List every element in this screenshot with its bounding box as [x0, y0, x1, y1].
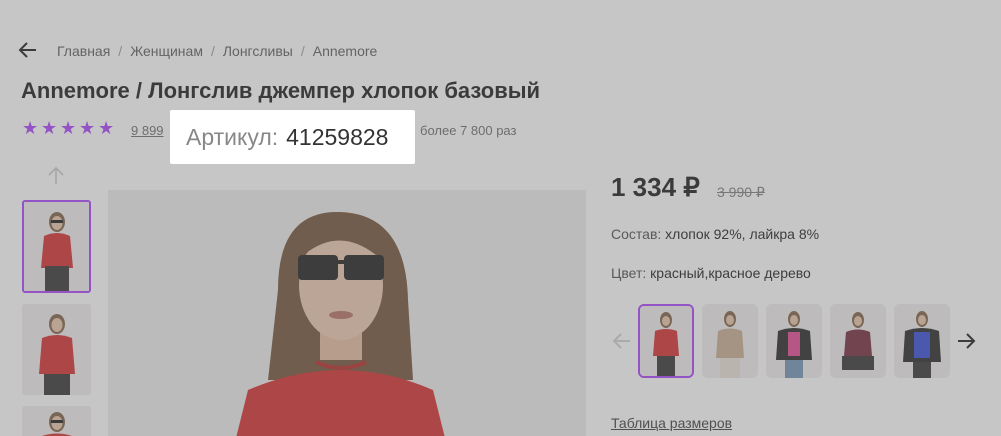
star-icon: ★: [60, 118, 77, 138]
model-photo: [894, 304, 950, 378]
composition-label: Состав:: [611, 226, 662, 242]
article-number: 41259828: [286, 123, 389, 150]
star-icon: ★: [98, 118, 115, 138]
star-icon: ★: [22, 118, 39, 138]
breadcrumb-longsleeves[interactable]: Лонгсливы: [223, 43, 293, 59]
model-photo: [766, 304, 822, 378]
color-variant-beige[interactable]: [702, 304, 758, 378]
size-table-link[interactable]: Таблица размеров: [611, 415, 732, 431]
model-photo: [22, 304, 91, 395]
model-photo: [830, 304, 886, 378]
model-photo: [640, 306, 692, 376]
breadcrumb-separator: /: [210, 43, 215, 59]
rating-stars: ★ ★ ★ ★ ★: [22, 118, 115, 138]
color-variant-burgundy[interactable]: [830, 304, 886, 378]
main-product-photo[interactable]: [108, 190, 586, 436]
star-icon: ★: [41, 118, 58, 138]
product-title: Annemore / Лонгслив джемпер хлопок базов…: [21, 78, 541, 103]
back-arrow-icon[interactable]: [18, 40, 38, 60]
breadcrumb-brand[interactable]: Annemore: [313, 43, 378, 59]
breadcrumb-separator: /: [118, 43, 123, 59]
model-photo: [702, 304, 758, 378]
breadcrumb-women[interactable]: Женщинам: [130, 43, 203, 59]
product-page: Главная / Женщинам / Лонгсливы / Annemor…: [0, 0, 1001, 436]
color-variant-blue[interactable]: [894, 304, 950, 378]
article-label: Артикул:: [186, 123, 279, 150]
gallery-thumbnail[interactable]: [22, 200, 91, 293]
breadcrumb-home[interactable]: Главная: [57, 43, 110, 59]
composition-row: Состав: хлопок 92%, лайкра 8%: [611, 226, 819, 242]
bought-count: более 7 800 раз: [420, 123, 517, 138]
color-row: Цвет: красный,красное дерево: [611, 265, 811, 281]
color-label: Цвет:: [611, 265, 647, 281]
current-price: 1 334 ₽: [611, 172, 700, 202]
color-variant-pink[interactable]: [766, 304, 822, 378]
reviews-count-link[interactable]: 9 899: [131, 123, 164, 138]
composition-value: хлопок 92%, лайкра 8%: [665, 226, 820, 242]
breadcrumb: Главная / Женщинам / Лонгсливы / Annemor…: [57, 43, 377, 59]
color-value: красный,красное дерево: [650, 265, 811, 281]
model-photo: [24, 202, 89, 291]
old-price: 3 990 ₽: [717, 184, 765, 200]
model-photo: [108, 190, 586, 436]
color-variant-red[interactable]: [638, 304, 694, 378]
breadcrumb-separator: /: [300, 43, 305, 59]
model-photo: [22, 406, 91, 436]
prev-color-arrow-icon[interactable]: [612, 331, 632, 351]
gallery-thumbnail[interactable]: [22, 304, 91, 395]
star-icon: ★: [79, 118, 96, 138]
gallery-thumbnail[interactable]: [22, 406, 91, 436]
chevron-up-icon[interactable]: [45, 165, 67, 187]
article-highlight[interactable]: Артикул: 41259828: [170, 110, 415, 164]
next-color-arrow-icon[interactable]: [956, 331, 976, 351]
